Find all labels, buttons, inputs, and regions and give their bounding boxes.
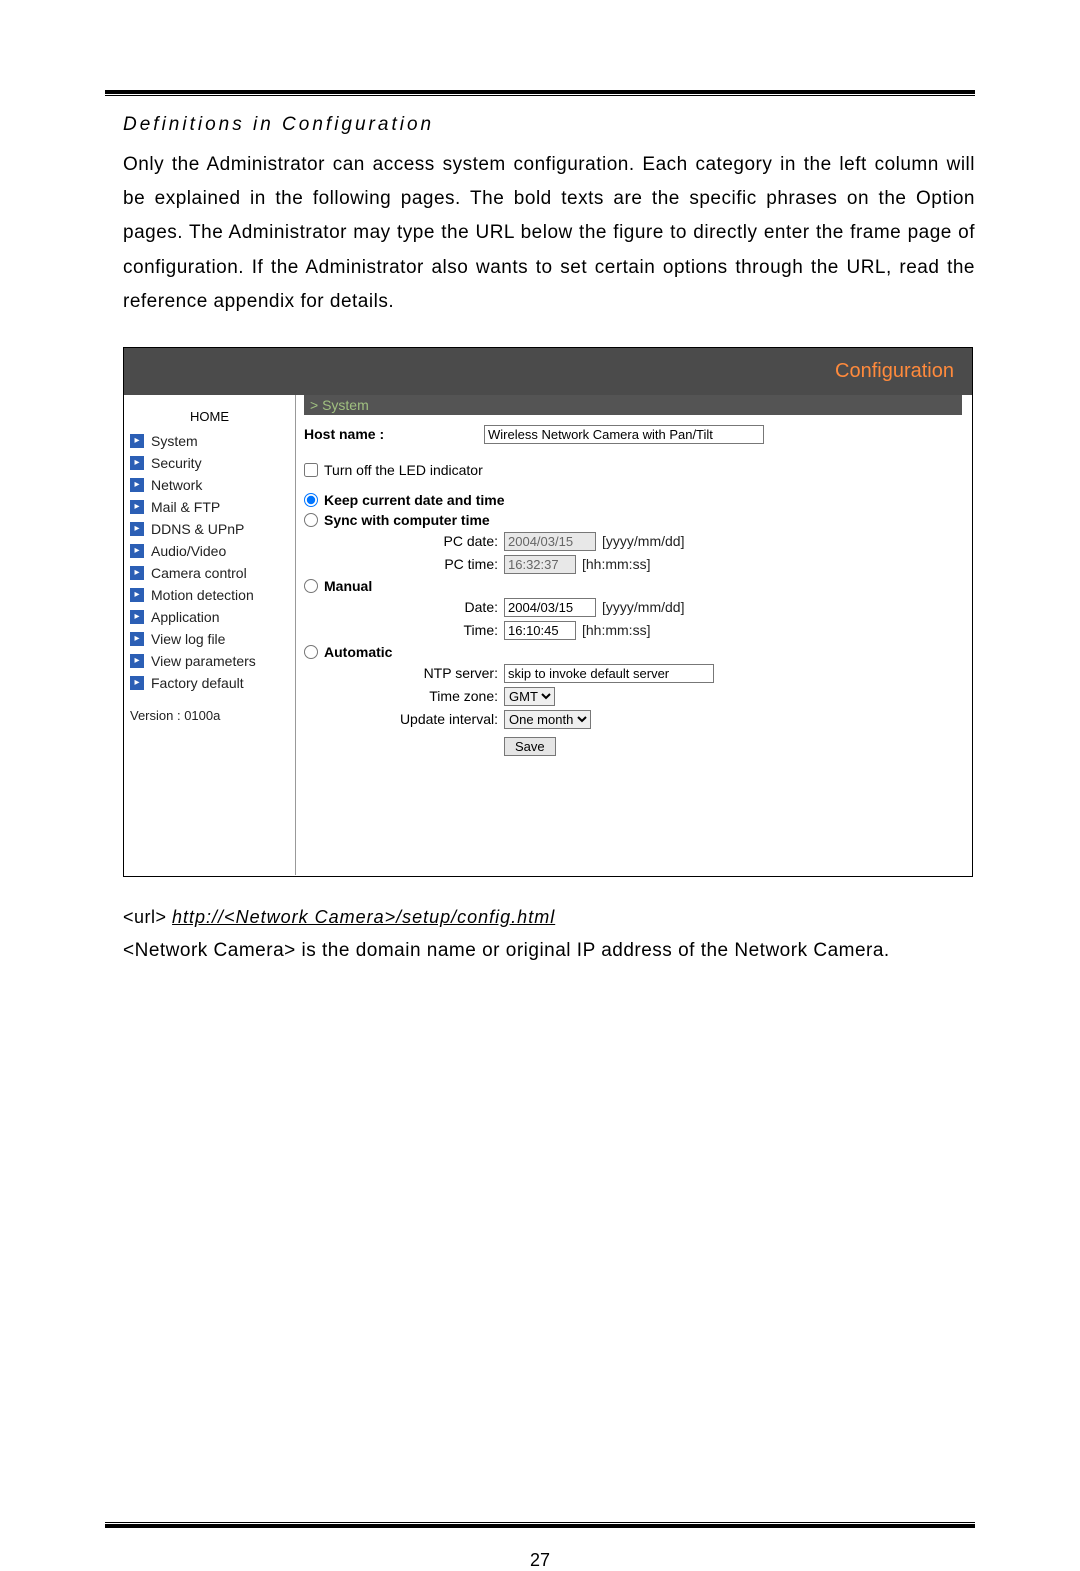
nav-label: System	[151, 433, 198, 449]
config-url-link[interactable]: http://<Network Camera>/setup/config.htm…	[172, 907, 555, 927]
home-link[interactable]: HOME	[124, 403, 295, 430]
led-checkbox[interactable]	[304, 463, 318, 477]
manual-date-input[interactable]	[504, 598, 596, 617]
top-rule	[105, 90, 975, 96]
arrow-icon: ▸	[130, 566, 144, 580]
config-screenshot: Configuration HOME ▸ System ▸ Security ▸ Ne…	[123, 347, 973, 877]
manual-date-label: Date:	[304, 599, 504, 615]
page-number: 27	[105, 1550, 975, 1571]
hostname-input[interactable]	[484, 425, 764, 444]
config-header: Configuration	[124, 348, 972, 395]
arrow-icon: ▸	[130, 434, 144, 448]
pc-date-hint: [yyyy/mm/dd]	[602, 533, 684, 549]
nav-label: DDNS & UPnP	[151, 521, 244, 537]
auto-radio[interactable]	[304, 645, 318, 659]
nav-label: Application	[151, 609, 220, 625]
sync-radio[interactable]	[304, 513, 318, 527]
arrow-icon: ▸	[130, 544, 144, 558]
nav-security[interactable]: ▸ Security	[124, 452, 295, 474]
nav-label: View log file	[151, 631, 225, 647]
note-line: <Network Camera> is the domain name or o…	[123, 940, 975, 962]
arrow-icon: ▸	[130, 610, 144, 624]
led-label: Turn off the LED indicator	[324, 462, 483, 478]
url-prefix: <url>	[123, 907, 172, 927]
sidebar: HOME ▸ System ▸ Security ▸ Network ▸ Mail & …	[124, 395, 296, 875]
pc-date-input	[504, 532, 596, 551]
nav-label: Audio/Video	[151, 543, 226, 559]
nav-network[interactable]: ▸ Network	[124, 474, 295, 496]
nav-label: Mail & FTP	[151, 499, 220, 515]
nav-label: Network	[151, 477, 202, 493]
nav-system[interactable]: ▸ System	[124, 430, 295, 452]
nav-ddns-upnp[interactable]: ▸ DDNS & UPnP	[124, 518, 295, 540]
section-title: Definitions in Configuration	[123, 114, 975, 136]
arrow-icon: ▸	[130, 588, 144, 602]
tz-select[interactable]: GMT	[504, 687, 555, 706]
bottom-rule	[105, 1522, 975, 1528]
arrow-icon: ▸	[130, 456, 144, 470]
ntp-label: NTP server:	[304, 665, 504, 681]
auto-label: Automatic	[324, 644, 392, 660]
interval-label: Update interval:	[304, 711, 504, 727]
breadcrumb: > System	[304, 395, 962, 415]
arrow-icon: ▸	[130, 522, 144, 536]
nav-label: View parameters	[151, 653, 256, 669]
nav-motion-detection[interactable]: ▸ Motion detection	[124, 584, 295, 606]
manual-date-hint: [yyyy/mm/dd]	[602, 599, 684, 615]
nav-label: Motion detection	[151, 587, 254, 603]
nav-application[interactable]: ▸ Application	[124, 606, 295, 628]
content-panel: > System Host name : Turn off the LED in…	[296, 395, 972, 875]
save-button[interactable]: Save	[504, 737, 556, 756]
arrow-icon: ▸	[130, 654, 144, 668]
manual-time-label: Time:	[304, 622, 504, 638]
nav-label: Security	[151, 455, 202, 471]
manual-time-input[interactable]	[504, 621, 576, 640]
body-paragraph: Only the Administrator can access system…	[123, 148, 975, 319]
nav-label: Camera control	[151, 565, 247, 581]
tz-label: Time zone:	[304, 688, 504, 704]
arrow-icon: ▸	[130, 676, 144, 690]
nav-camera-control[interactable]: ▸ Camera control	[124, 562, 295, 584]
manual-time-hint: [hh:mm:ss]	[582, 622, 650, 638]
sync-label: Sync with computer time	[324, 512, 490, 528]
hostname-label: Host name :	[304, 426, 484, 442]
manual-radio[interactable]	[304, 579, 318, 593]
pc-time-hint: [hh:mm:ss]	[582, 556, 650, 572]
version-label: Version : 0100a	[124, 694, 295, 737]
nav-label: Factory default	[151, 675, 244, 691]
ntp-input[interactable]	[504, 664, 714, 683]
pc-date-label: PC date:	[304, 533, 504, 549]
interval-select[interactable]: One month	[504, 710, 591, 729]
url-line: <url> http://<Network Camera>/setup/conf…	[123, 907, 975, 928]
nav-factory-default[interactable]: ▸ Factory default	[124, 672, 295, 694]
pc-time-input	[504, 555, 576, 574]
arrow-icon: ▸	[130, 500, 144, 514]
nav-audio-video[interactable]: ▸ Audio/Video	[124, 540, 295, 562]
nav-mail-ftp[interactable]: ▸ Mail & FTP	[124, 496, 295, 518]
keep-radio[interactable]	[304, 493, 318, 507]
nav-view-parameters[interactable]: ▸ View parameters	[124, 650, 295, 672]
arrow-icon: ▸	[130, 632, 144, 646]
nav-view-log-file[interactable]: ▸ View log file	[124, 628, 295, 650]
manual-label: Manual	[324, 578, 372, 594]
arrow-icon: ▸	[130, 478, 144, 492]
keep-label: Keep current date and time	[324, 492, 505, 508]
pc-time-label: PC time:	[304, 556, 504, 572]
